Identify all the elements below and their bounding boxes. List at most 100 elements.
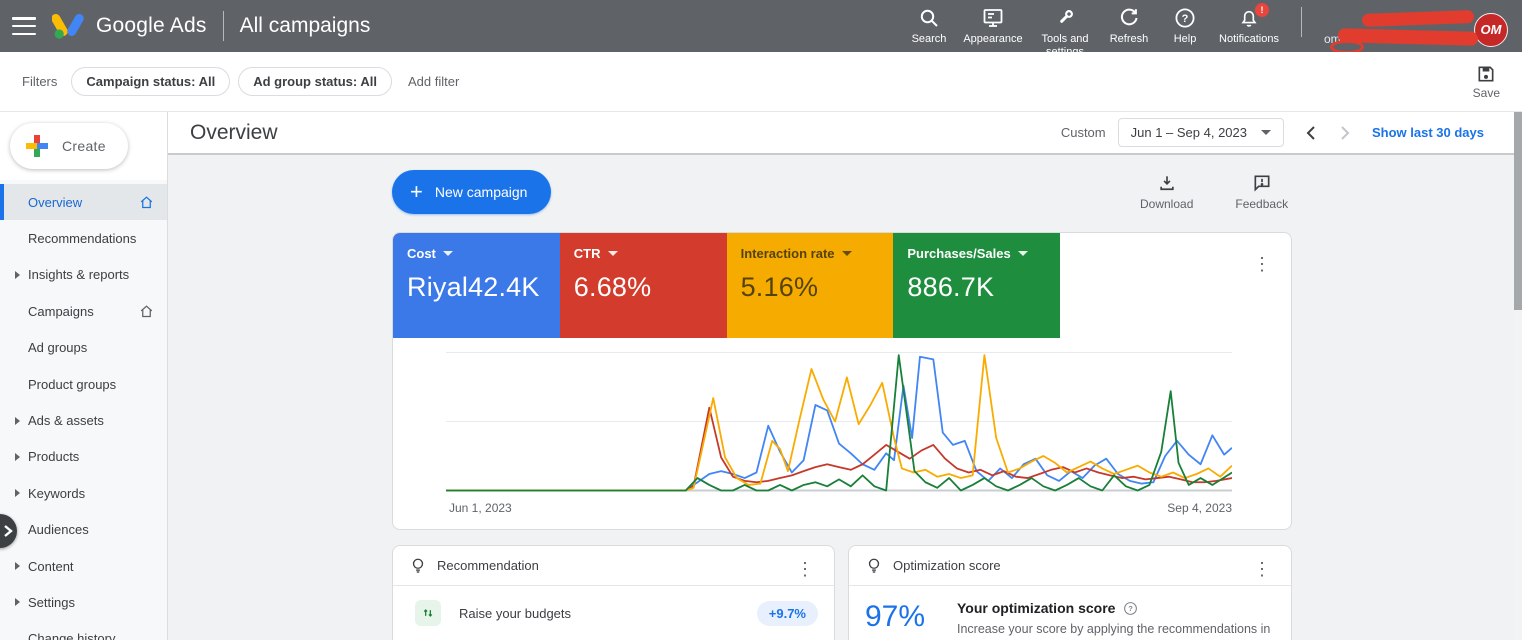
add-filter-button[interactable]: Add filter: [408, 74, 459, 89]
topbar-page-title: All campaigns: [240, 14, 371, 38]
filters-bar: Filters Campaign status: All Ad group st…: [0, 52, 1522, 112]
new-campaign-button[interactable]: + New campaign: [392, 170, 551, 214]
search-label: Search: [912, 33, 947, 46]
overview-chart-card: Cost Riyal42.4K CTR 6.68% Interaction ra…: [392, 232, 1292, 530]
appearance-label: Appearance: [963, 33, 1022, 46]
time-series-chart: [446, 345, 1232, 495]
chevron-right-icon: [15, 417, 20, 425]
sidebar-item-insights-reports[interactable]: Insights & reports: [0, 257, 167, 293]
raise-budgets-icon: [415, 600, 441, 626]
sidebar-item-recommendations[interactable]: Recommendations: [0, 220, 167, 256]
create-label: Create: [62, 138, 106, 154]
sidebar-item-settings[interactable]: Settings: [0, 584, 167, 620]
recommendation-item[interactable]: Raise your budgets +9.7%: [393, 586, 834, 640]
recommendation-card-menu-button[interactable]: ⋮: [792, 556, 818, 582]
notifications-label: Notifications: [1219, 33, 1279, 46]
avatar[interactable]: OM: [1474, 13, 1508, 47]
sidebar-item-label: Ads & assets: [28, 413, 104, 428]
sidebar-item-products[interactable]: Products: [0, 439, 167, 475]
home-icon: [139, 304, 154, 319]
show-last-30-days-link[interactable]: Show last 30 days: [1372, 125, 1484, 140]
previous-period-button[interactable]: [1294, 125, 1328, 141]
svg-text:?: ?: [1182, 13, 1189, 25]
chevron-right-icon: [15, 271, 20, 279]
notifications-button[interactable]: ! Notifications: [1213, 7, 1285, 46]
sidebar-item-change-history[interactable]: Change history: [0, 621, 167, 640]
sidebar-item-product-groups[interactable]: Product groups: [0, 366, 167, 402]
optimization-heading: Your optimization score: [957, 600, 1115, 616]
next-period-button[interactable]: [1328, 125, 1362, 141]
chart-card-menu-button[interactable]: ⋮: [1249, 251, 1275, 277]
download-button[interactable]: Download: [1140, 173, 1193, 211]
metric-purchases-sales[interactable]: Purchases/Sales 886.7K: [893, 233, 1060, 338]
google-ads-logo-icon: [52, 11, 86, 41]
create-button[interactable]: Create: [10, 123, 128, 169]
topbar-divider: [1301, 7, 1302, 37]
refresh-button[interactable]: Refresh: [1101, 7, 1157, 46]
sidebar-item-label: Campaigns: [28, 304, 94, 319]
help-label: Help: [1174, 33, 1197, 46]
chevron-right-icon: [3, 524, 13, 538]
chevron-right-icon: [15, 562, 20, 570]
sidebar-item-label: Product groups: [28, 377, 116, 392]
optimization-card-menu-button[interactable]: ⋮: [1249, 556, 1275, 582]
page-header: Overview Custom Jun 1 – Sep 4, 2023 Show…: [168, 112, 1514, 155]
chevron-down-icon: [1261, 130, 1271, 135]
sidebar-item-overview[interactable]: Overview: [0, 184, 167, 220]
optimization-score-block: 97%: [865, 600, 929, 640]
tools-settings-button[interactable]: Tools and settings: [1029, 7, 1101, 58]
campaign-status-chip[interactable]: Campaign status: All: [71, 67, 230, 96]
menu-icon[interactable]: [12, 17, 36, 35]
appearance-button[interactable]: Appearance: [957, 7, 1029, 46]
page-title: Overview: [190, 121, 278, 145]
search-button[interactable]: Search: [901, 7, 957, 46]
chart-series-cost: [446, 357, 1232, 491]
chevron-down-icon: [1018, 251, 1028, 256]
metric-value: 886.7K: [907, 272, 1046, 303]
metric-cost[interactable]: Cost Riyal42.4K: [393, 233, 560, 338]
optimization-score-value: 97%: [865, 600, 929, 634]
scrollbar-thumb[interactable]: [1514, 112, 1522, 310]
ad-group-status-chip[interactable]: Ad group status: All: [238, 67, 392, 96]
search-icon: [918, 7, 940, 29]
lightbulb-icon: [865, 557, 883, 575]
sidebar-item-audiences[interactable]: Audiences: [0, 512, 167, 548]
sidebar-item-ad-groups[interactable]: Ad groups: [0, 330, 167, 366]
metric-interaction-rate[interactable]: Interaction rate 5.16%: [727, 233, 894, 338]
redaction-scribble: [1362, 10, 1474, 27]
home-icon: [139, 195, 154, 210]
sidebar-item-content[interactable]: Content: [0, 548, 167, 584]
feedback-button[interactable]: Feedback: [1235, 173, 1288, 211]
new-campaign-label: New campaign: [435, 184, 528, 200]
save-button[interactable]: Save: [1473, 64, 1500, 100]
recommendation-item-label: Raise your budgets: [459, 606, 571, 621]
sidebar-item-keywords[interactable]: Keywords: [0, 475, 167, 511]
account-text-masked: om: [1324, 10, 1474, 50]
left-navigation: Create Overview Recommendations Insights…: [0, 112, 168, 640]
refresh-label: Refresh: [1110, 33, 1149, 46]
download-label: Download: [1140, 197, 1193, 211]
help-circle-icon[interactable]: ?: [1123, 601, 1138, 616]
sidebar-item-label: Keywords: [28, 486, 85, 501]
vertical-scrollbar[interactable]: [1514, 112, 1522, 640]
account-info[interactable]: om OM: [1324, 7, 1508, 52]
metric-value: 5.16%: [741, 272, 880, 303]
sidebar-item-ads-assets[interactable]: Ads & assets: [0, 402, 167, 438]
card-title: Optimization score: [893, 558, 1001, 573]
appearance-icon: [982, 7, 1004, 29]
sidebar-item-label: Settings: [28, 595, 75, 610]
metric-ctr[interactable]: CTR 6.68%: [560, 233, 727, 338]
help-button[interactable]: ? Help: [1157, 7, 1213, 46]
metric-value: Riyal42.4K: [407, 272, 546, 303]
date-range-select[interactable]: Jun 1 – Sep 4, 2023: [1118, 118, 1284, 147]
plus-icon: +: [410, 181, 423, 203]
chevron-left-icon: [1306, 125, 1316, 141]
sidebar-item-label: Products: [28, 449, 79, 464]
x-axis-end-label: Sep 4, 2023: [1167, 501, 1232, 515]
save-label: Save: [1473, 86, 1500, 100]
sidebar-item-campaigns[interactable]: Campaigns: [0, 293, 167, 329]
plus-multicolor-icon: [26, 135, 48, 157]
sidebar-item-label: Content: [28, 559, 74, 574]
sidebar-item-label: Ad groups: [28, 340, 87, 355]
brand-name: Google Ads: [96, 14, 207, 38]
